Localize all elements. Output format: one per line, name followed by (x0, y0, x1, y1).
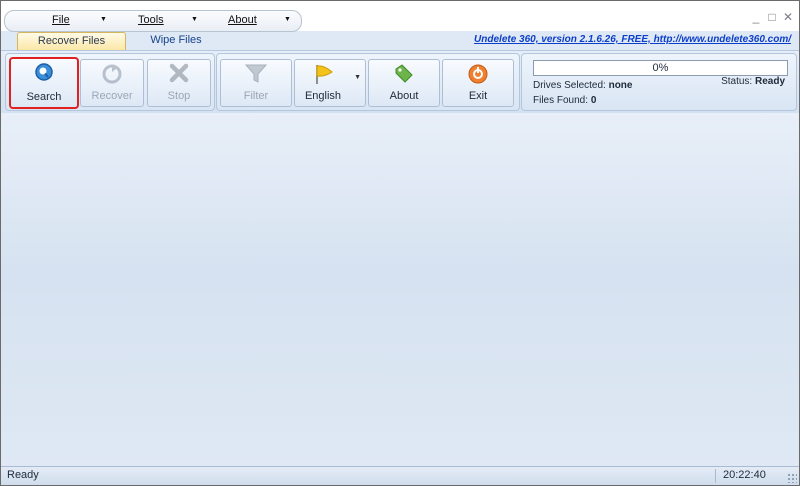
chevron-down-icon: ▼ (354, 74, 361, 81)
recover-icon (102, 64, 122, 84)
stop-x-icon (169, 63, 189, 83)
files-found: Files Found: 0 (533, 95, 596, 106)
magnifier-icon (35, 63, 53, 81)
options-group: Filter English ▼ About Exit (216, 53, 520, 111)
menu-about-label: About (228, 14, 257, 26)
funnel-icon (244, 64, 268, 83)
close-button[interactable]: ✕ (781, 10, 795, 24)
tab-wipe-files[interactable]: Wipe Files (131, 32, 221, 49)
recover-button: Recover (80, 59, 144, 107)
progress-bar: 0% (533, 60, 788, 76)
menu-file[interactable]: File ▼ (52, 12, 107, 28)
search-label: Search (26, 91, 62, 103)
recover-label: Recover (91, 90, 133, 102)
resize-grip-icon[interactable] (787, 473, 797, 483)
website-link[interactable]: Undelete 360, version 2.1.6.26, FREE, ht… (474, 34, 791, 45)
language-label: English (304, 90, 342, 102)
recover-group: Search Recover Stop (5, 53, 215, 111)
menu-tools-label: Tools (138, 14, 164, 26)
about-label: About (389, 90, 419, 102)
results-area[interactable] (1, 113, 799, 467)
files-value: 0 (590, 95, 597, 106)
about-button[interactable]: About (368, 59, 440, 107)
status-value: Ready (754, 76, 785, 87)
exit-button[interactable]: Exit (442, 59, 514, 107)
tag-icon (395, 64, 413, 83)
chevron-down-icon: ▼ (100, 16, 107, 23)
drives-label: Drives Selected: (533, 80, 606, 91)
menu-file-label: File (52, 14, 70, 26)
maximize-button[interactable]: □ (765, 10, 779, 24)
status-indicator: Status: Ready (721, 76, 785, 87)
status-text: Ready (7, 469, 39, 481)
filter-label: Filter (243, 90, 269, 102)
status-panel: 0% Drives Selected: none Files Found: 0 … (521, 53, 797, 111)
status-bar: Ready 20:22:40 (1, 466, 799, 485)
menu-about[interactable]: About ▼ (228, 12, 291, 28)
status-separator (715, 469, 716, 483)
tab-recover-files[interactable]: Recover Files (17, 32, 126, 50)
chevron-down-icon: ▼ (191, 16, 198, 23)
minimize-button[interactable]: _ (749, 10, 763, 24)
progress-text: 0% (652, 62, 669, 74)
power-icon (468, 64, 488, 84)
search-button[interactable]: Search (9, 57, 79, 109)
stop-label: Stop (167, 90, 191, 102)
chevron-down-icon: ▼ (284, 16, 291, 23)
language-dropdown[interactable]: English ▼ (294, 59, 366, 107)
filter-button: Filter (220, 59, 292, 107)
title-bar: File ▼ Tools ▼ About ▼ _ □ ✕ (1, 1, 799, 32)
menu-tools[interactable]: Tools ▼ (138, 12, 198, 28)
clock: 20:22:40 (723, 469, 766, 481)
status-label: Status: (721, 76, 753, 87)
app-window: File ▼ Tools ▼ About ▼ _ □ ✕ Recover Fil… (0, 0, 800, 486)
exit-label: Exit (468, 90, 488, 102)
flag-icon (316, 65, 334, 84)
ribbon: Search Recover Stop Filter English ▼ Abo… (1, 50, 799, 114)
drives-selected: Drives Selected: none (533, 80, 632, 91)
files-label: Files Found: (533, 95, 589, 106)
drives-value: none (608, 80, 633, 91)
stop-button: Stop (147, 59, 211, 107)
